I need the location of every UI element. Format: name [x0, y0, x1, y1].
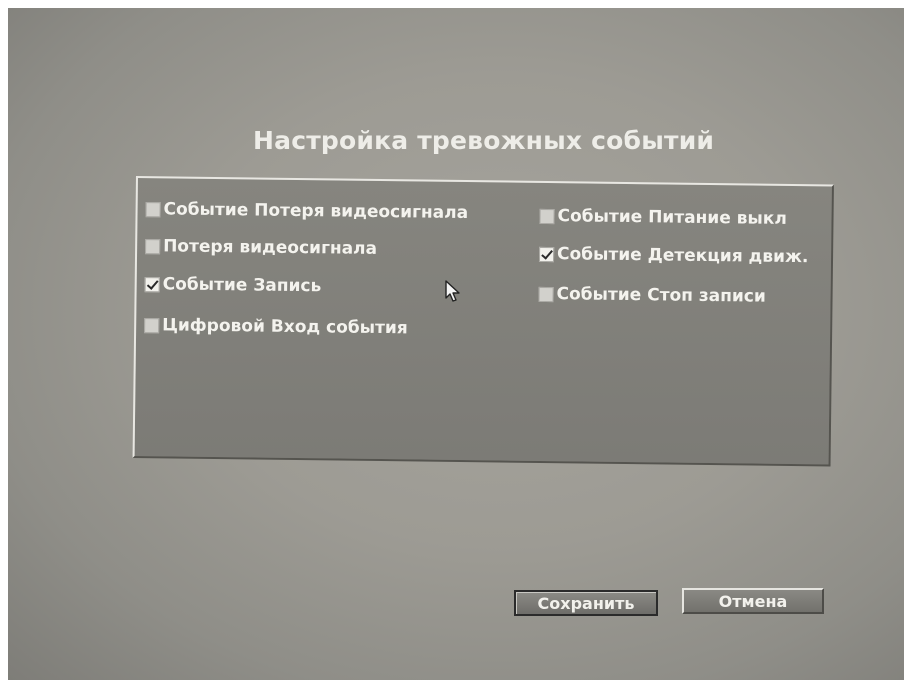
- power-off-label: Событие Питание выкл: [557, 206, 787, 229]
- event-option-video-loss-event[interactable]: Событие Потеря видеосигнала: [145, 199, 468, 223]
- digital-input-label: Цифровой Вход события: [162, 315, 408, 339]
- stop-recording-checkbox[interactable]: [538, 286, 554, 302]
- cancel-button[interactable]: Отмена: [682, 588, 824, 614]
- video-loss-checkbox[interactable]: [145, 238, 161, 254]
- mouse-pointer-icon: [445, 280, 460, 302]
- events-panel: Событие Потеря видеосигнала Потеря видео…: [132, 176, 834, 467]
- event-option-motion-detection[interactable]: Событие Детекция движ.: [538, 244, 809, 268]
- event-option-recording[interactable]: Событие Запись: [144, 274, 322, 297]
- alarm-events-screen: Настройка тревожных событий Событие Поте…: [8, 8, 904, 680]
- video-loss-event-label: Событие Потеря видеосигнала: [163, 199, 469, 224]
- digital-input-checkbox[interactable]: [144, 317, 160, 333]
- video-loss-event-checkbox[interactable]: [145, 201, 161, 217]
- recording-event-label: Событие Запись: [162, 274, 322, 297]
- stop-recording-label: Событие Стоп записи: [556, 284, 766, 307]
- event-option-stop-recording[interactable]: Событие Стоп записи: [538, 284, 766, 307]
- event-option-digital-input[interactable]: Цифровой Вход события: [144, 315, 408, 338]
- event-option-power-off[interactable]: Событие Питание выкл: [539, 206, 787, 229]
- power-off-checkbox[interactable]: [539, 208, 555, 224]
- motion-detection-checkbox[interactable]: [538, 246, 555, 262]
- recording-event-checkbox[interactable]: [144, 276, 160, 292]
- save-button[interactable]: Сохранить: [514, 590, 658, 616]
- video-loss-label: Потеря видеосигнала: [163, 236, 378, 259]
- event-option-video-loss[interactable]: Потеря видеосигнала: [145, 236, 377, 259]
- dialog-title: Настройка тревожных событий: [253, 126, 715, 155]
- motion-detection-label: Событие Детекция движ.: [556, 244, 809, 268]
